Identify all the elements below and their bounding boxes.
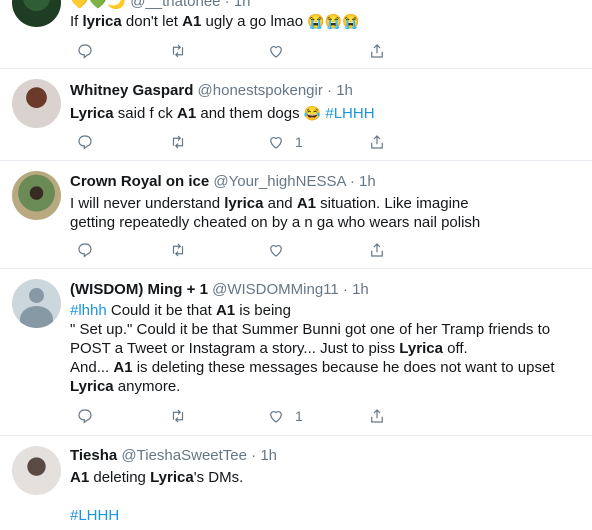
retweet-icon (172, 409, 184, 423)
tweet-header: Crown Royal on ice @Your_highNESSA · 1h (70, 173, 376, 190)
reply-button[interactable] (76, 132, 94, 152)
reply-icon (78, 409, 92, 424)
like-icon (270, 46, 282, 58)
retweet-icon (172, 243, 184, 257)
reply-icon (78, 135, 92, 150)
user-handle[interactable]: @WISDOMMing11 (212, 281, 339, 298)
share-icon (371, 44, 383, 58)
hashtag-link[interactable]: #lhhh (70, 302, 107, 319)
emoji: 😭😭😭 (307, 13, 360, 29)
share-icon (371, 243, 383, 257)
retweet-button[interactable] (169, 41, 187, 61)
reply-button[interactable] (76, 41, 94, 61)
tweet-header: 💛💚🌙 @__thatonee · 1h (70, 0, 251, 12)
user-handle[interactable]: @TieshaSweetTee (121, 447, 247, 464)
tweet-line: And... A1 is deleting these messages bec… (70, 359, 555, 395)
default-avatar-head (29, 288, 44, 303)
tweet-text: #lhhh Could it be that A1 is being " Set… (70, 301, 575, 396)
tweet-card[interactable]: Whitney Gaspard @honestspokengir · 1h Ly… (0, 69, 592, 161)
retweet-icon (172, 135, 184, 149)
display-name[interactable]: Whitney Gaspard (70, 82, 193, 99)
share-button[interactable] (368, 406, 386, 426)
tweet-line: A1 deleting Lyrica's DMs. (70, 469, 244, 486)
display-name[interactable]: (WISDOM) Ming + 1 (70, 281, 208, 298)
share-button[interactable] (368, 240, 386, 260)
share-button[interactable] (368, 41, 386, 61)
retweet-icon (172, 44, 184, 58)
like-button[interactable] (267, 41, 285, 61)
tweet-actions (70, 41, 470, 61)
user-handle[interactable]: @Your_highNESSA (213, 173, 345, 190)
like-icon (270, 137, 282, 149)
timestamp[interactable]: 1h (352, 281, 369, 298)
display-name[interactable]: Crown Royal on ice (70, 173, 209, 190)
tweet-text: I will never understand lyrica and A1 si… (70, 195, 481, 231)
tweet-card[interactable]: Crown Royal on ice @Your_highNESSA · 1h … (0, 161, 592, 269)
user-handle[interactable]: @honestspokengir (198, 82, 323, 99)
retweet-button[interactable] (169, 240, 187, 260)
timestamp[interactable]: 1h (336, 82, 353, 99)
retweet-button[interactable] (169, 132, 187, 152)
tweet-header: Whitney Gaspard @honestspokengir · 1h (70, 82, 353, 99)
emoji: 😂 (303, 105, 322, 121)
avatar[interactable] (12, 279, 61, 328)
tweet-card[interactable]: 💛💚🌙 @__thatonee · 1h If lyrica don't let… (0, 0, 592, 69)
avatar[interactable] (12, 446, 61, 495)
tweet-text: A1 deleting Lyrica's DMs. #LHHH (70, 468, 580, 525)
like-count: 1 (295, 408, 303, 424)
timestamp[interactable]: 1h (260, 447, 277, 464)
tweet-header: Tiesha @TieshaSweetTee · 1h (70, 447, 278, 464)
hashtag-link[interactable]: #LHHH (70, 507, 119, 524)
tweet-actions: 1 (70, 406, 470, 426)
reply-icon (78, 44, 92, 59)
hashtag-link[interactable]: #LHHH (321, 105, 374, 122)
share-button[interactable] (368, 132, 386, 152)
retweet-button[interactable] (169, 406, 187, 426)
timestamp[interactable]: 1h (359, 173, 376, 190)
reply-button[interactable] (76, 406, 94, 426)
avatar[interactable] (12, 171, 61, 220)
avatar[interactable] (12, 79, 61, 128)
like-button[interactable] (267, 240, 285, 260)
like-button[interactable]: 1 (267, 132, 303, 152)
default-avatar-body (20, 306, 53, 328)
tweet-text: If lyrica don't let A1 ugly a go lmao 😭😭… (70, 13, 360, 30)
avatar[interactable] (12, 0, 61, 27)
emoji-decoration: 💛💚🌙 (70, 0, 127, 10)
tweet-actions (70, 240, 470, 260)
like-button[interactable]: 1 (267, 406, 303, 426)
share-icon (371, 135, 383, 149)
reply-button[interactable] (76, 240, 94, 260)
tweet-header: (WISDOM) Ming + 1 @WISDOMMing11 · 1h (70, 281, 369, 298)
like-icon (270, 245, 282, 257)
tweet-line: #lhhh Could it be that A1 is being (70, 302, 291, 319)
tweet-text: Lyrica said f ck A1 and them dogs 😂 #LHH… (70, 105, 375, 122)
tweet-line: " Set up." Could it be that Summer Bunni… (70, 321, 551, 357)
tweet-card[interactable]: (WISDOM) Ming + 1 @WISDOMMing11 · 1h #lh… (0, 269, 592, 436)
display-name[interactable]: Tiesha (70, 447, 117, 464)
share-icon (371, 409, 383, 423)
tweet-card[interactable]: Tiesha @TieshaSweetTee · 1h A1 deleting … (0, 436, 592, 530)
like-count: 1 (295, 134, 303, 150)
reply-icon (78, 243, 92, 258)
tweet-actions: 1 (70, 132, 470, 152)
user-handle[interactable]: @__thatonee · 1h (130, 0, 250, 10)
like-icon (270, 411, 282, 423)
tweet-line: #LHHH (70, 506, 580, 525)
